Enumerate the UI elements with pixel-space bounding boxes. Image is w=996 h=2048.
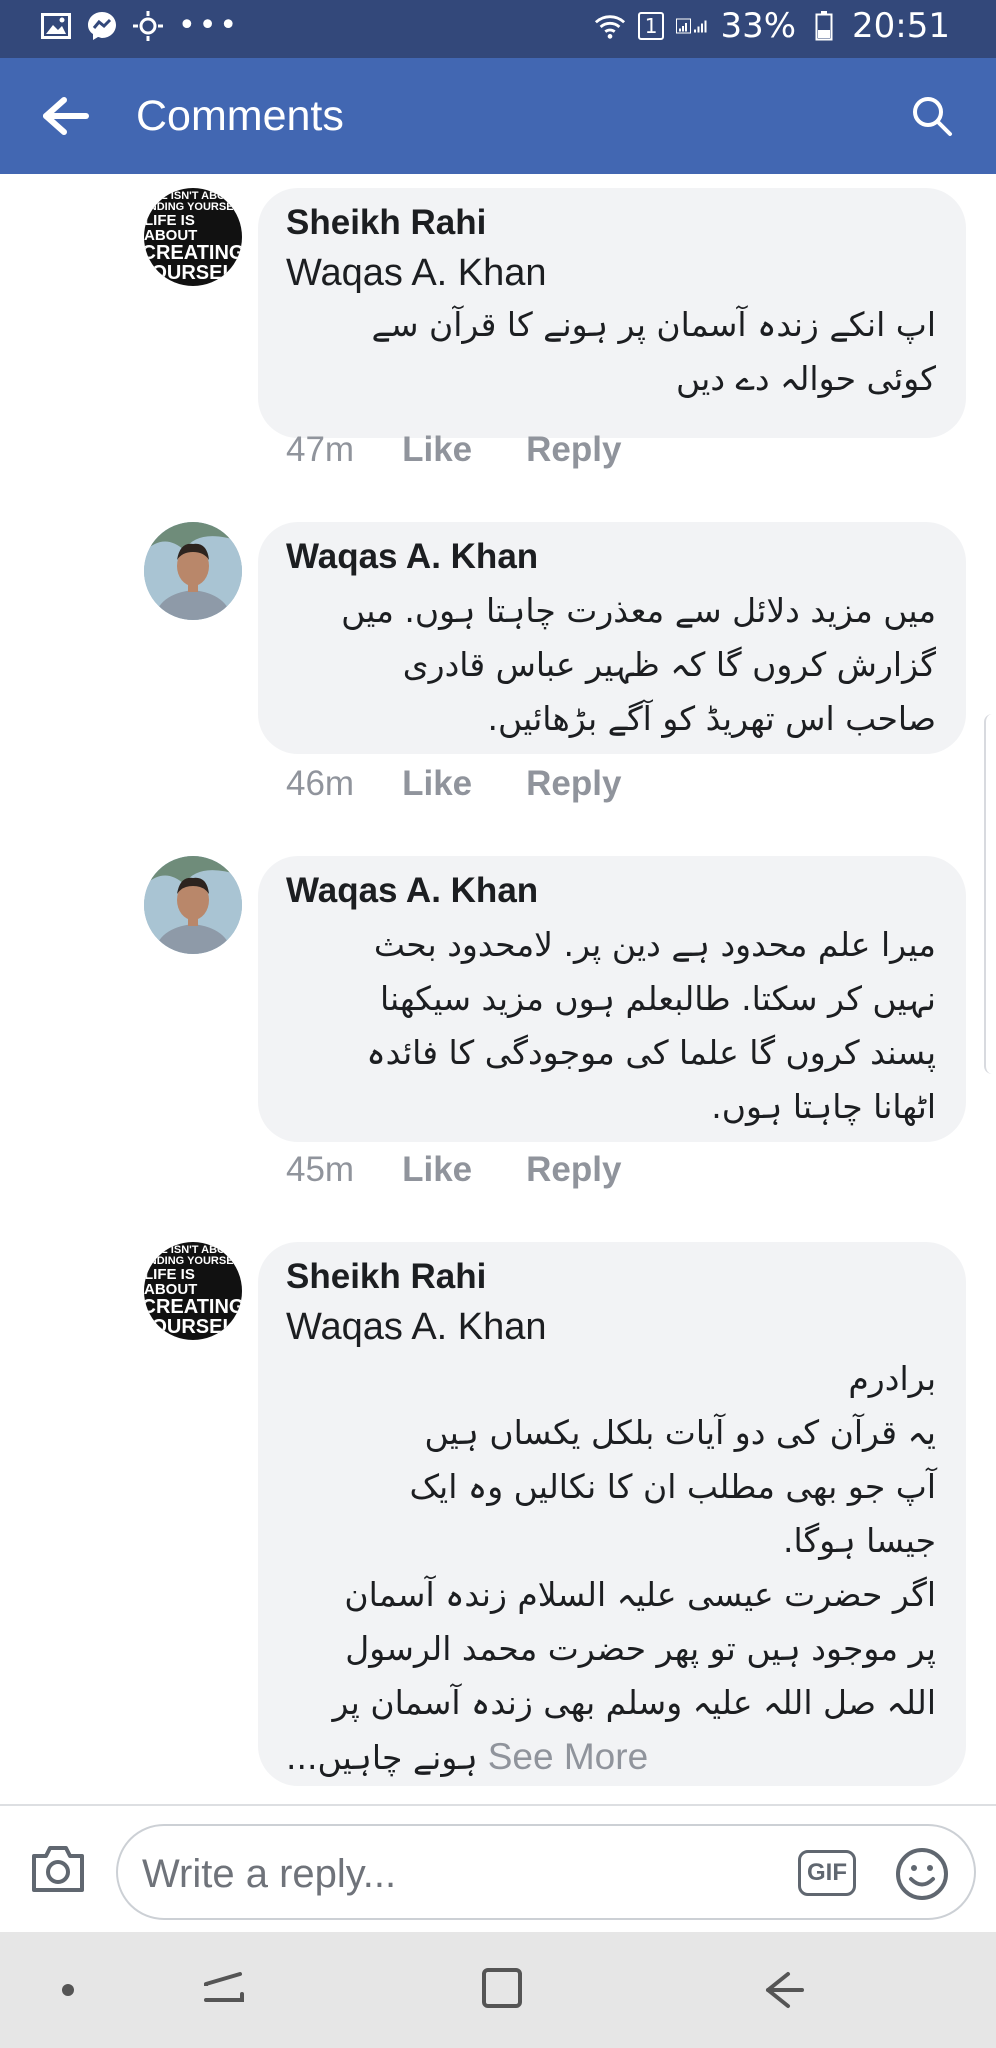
- avatar-text: OURSEL: [151, 1316, 235, 1338]
- comment-time: 45m: [286, 1150, 355, 1189]
- avatar[interactable]: E ISN'T ABO INDING YOURSEL LIFE IS ABOUT…: [144, 188, 242, 286]
- reply-button[interactable]: Reply: [526, 430, 621, 470]
- reply-button[interactable]: Reply: [526, 1150, 621, 1190]
- comment-time: 46m: [286, 764, 355, 803]
- messenger-icon: [86, 10, 118, 42]
- comment-actions: 46m Like Reply: [286, 764, 621, 804]
- back-icon[interactable]: [758, 1968, 806, 2012]
- comments-feed[interactable]: E ISN'T ABO INDING YOURSEL LIFE IS ABOUT…: [0, 174, 996, 1804]
- comment-actions: 47m Like Reply: [286, 430, 621, 470]
- avatar-text: CREATING: [144, 1296, 242, 1318]
- comment-line: برادرم: [848, 1359, 936, 1398]
- comment-time: 47m: [286, 430, 355, 469]
- avatar[interactable]: [144, 856, 242, 954]
- reply-button[interactable]: Reply: [526, 764, 621, 804]
- avatar-text: CREATING: [144, 242, 242, 264]
- scrollbar[interactable]: [984, 714, 996, 1074]
- comment-text: برادرم یہ قرآن کی دو آیات بلکل یکساں ہیں…: [286, 1352, 936, 1785]
- comment-text: میرا علم محدود ہے دین پر. لامحدود بحث نہ…: [286, 918, 936, 1134]
- comment-line: گزارش کروں گا کہ ظہیر عباس قادری: [402, 645, 936, 684]
- comment-text: اپ انکے زندہ آسمان پر ہونے کا قرآن سے کو…: [286, 298, 936, 406]
- emoji-icon[interactable]: [894, 1846, 950, 1902]
- status-bar: ••• 1 33% 20:51: [0, 0, 996, 58]
- sim-slot-badge: 1: [637, 12, 665, 40]
- avatar-text: OURSEL: [151, 262, 235, 284]
- comment-author[interactable]: Waqas A. Khan: [286, 536, 936, 578]
- page-title: Comments: [136, 92, 344, 140]
- comment-bubble: Sheikh Rahi Waqas A. Khan اپ انکے زندہ آ…: [258, 188, 966, 438]
- more-dots-icon: •••: [178, 8, 241, 43]
- comment-actions: 45m Like Reply: [286, 1150, 621, 1190]
- home-icon[interactable]: [480, 1966, 524, 2010]
- like-button[interactable]: Like: [402, 1150, 472, 1190]
- comment-line: آپ جو بھی مطلب ان کا نکالیں وہ ایک: [409, 1467, 936, 1506]
- comment-line: یہ قرآن کی دو آیات بلکل یکساں ہیں: [424, 1413, 936, 1452]
- status-bar-left: •••: [40, 10, 240, 42]
- avatar[interactable]: [144, 522, 242, 620]
- clock: 20:51: [852, 6, 950, 46]
- comment-mention[interactable]: Waqas A. Khan: [286, 248, 936, 298]
- app-bar: Comments: [0, 58, 996, 174]
- battery-icon: [808, 10, 840, 42]
- comment-line: نہیں کر سکتا. طالبعلم ہوں مزید سیکھنا: [379, 979, 936, 1018]
- comment-author[interactable]: Sheikh Rahi: [286, 202, 936, 244]
- profile-photo-icon: [144, 856, 242, 954]
- comment-bubble: Waqas A. Khan میں مزید دلائل سے معذرت چا…: [258, 522, 966, 754]
- comment-text: میں مزید دلائل سے معذرت چاہتا ہوں. میں گ…: [286, 584, 936, 746]
- reply-composer: Write a reply... GIF: [0, 1804, 996, 1934]
- comment-author[interactable]: Sheikh Rahi: [286, 1256, 936, 1298]
- signal-icon: [676, 10, 708, 42]
- comment-mention[interactable]: Waqas A. Khan: [286, 1302, 936, 1352]
- avatar-text: LIFE IS ABOUT: [144, 1266, 198, 1298]
- search-icon[interactable]: [910, 94, 954, 138]
- comment-line: کوئی حوالہ دے دیں: [676, 359, 936, 398]
- like-button[interactable]: Like: [402, 764, 472, 804]
- gallery-icon: [40, 10, 72, 42]
- profile-photo-icon: [144, 522, 242, 620]
- see-more-link[interactable]: See More: [488, 1730, 648, 1784]
- system-nav-bar: [0, 1932, 996, 2048]
- arrow-left-icon[interactable]: [42, 96, 90, 136]
- comment-line: میرا علم محدود ہے دین پر. لامحدود بحث: [373, 925, 936, 964]
- brightness-icon: [132, 10, 164, 42]
- recent-apps-icon[interactable]: [200, 1968, 248, 2012]
- like-button[interactable]: Like: [402, 430, 472, 470]
- comment-line: پر موجود ہیں تو پھر حضرت محمد الرسول: [345, 1629, 936, 1668]
- comment-line: میں مزید دلائل سے معذرت چاہتا ہوں. میں: [341, 591, 936, 630]
- nav-dot-icon[interactable]: [62, 1984, 74, 1996]
- comment-line: اللہ صل اللہ علیہ وسلم بھی زندہ آسمان پر: [332, 1683, 936, 1722]
- camera-icon[interactable]: [30, 1842, 86, 1894]
- avatar-text: LIFE IS ABOUT: [144, 212, 198, 244]
- reply-input[interactable]: Write a reply... GIF: [116, 1824, 976, 1920]
- gif-button[interactable]: GIF: [798, 1850, 856, 1896]
- comment-line: ہونے چاہیں...: [286, 1738, 478, 1777]
- comment-line: اٹھانا چاہتا ہوں.: [711, 1087, 936, 1126]
- wifi-icon: [594, 10, 626, 42]
- comment-bubble: Waqas A. Khan میرا علم محدود ہے دین پر. …: [258, 856, 966, 1142]
- battery-percentage: 33%: [720, 6, 797, 46]
- comment-author[interactable]: Waqas A. Khan: [286, 870, 936, 912]
- comment-bubble: Sheikh Rahi Waqas A. Khan برادرم یہ قرآن…: [258, 1242, 966, 1786]
- comment-line: اگر حضرت عیسی علیہ السلام زندہ آسمان: [344, 1575, 936, 1614]
- comment-line: جیسا ہوگا.: [783, 1521, 936, 1560]
- avatar[interactable]: E ISN'T ABO INDING YOURSEL LIFE IS ABOUT…: [144, 1242, 242, 1340]
- reply-placeholder: Write a reply...: [142, 1852, 397, 1896]
- comment-line: صاحب اس تھریڈ کو آگے بڑھائیں.: [487, 699, 936, 738]
- comment-line: پسند کروں گا علما کی موجودگی کا فائدہ: [366, 1033, 936, 1072]
- comment-last-line: ہونے چاہیں... See More: [286, 1730, 936, 1785]
- status-bar-right: 1 33% 20:51: [594, 6, 950, 46]
- comment-line: اپ انکے زندہ آسمان پر ہونے کا قرآن سے: [371, 305, 936, 344]
